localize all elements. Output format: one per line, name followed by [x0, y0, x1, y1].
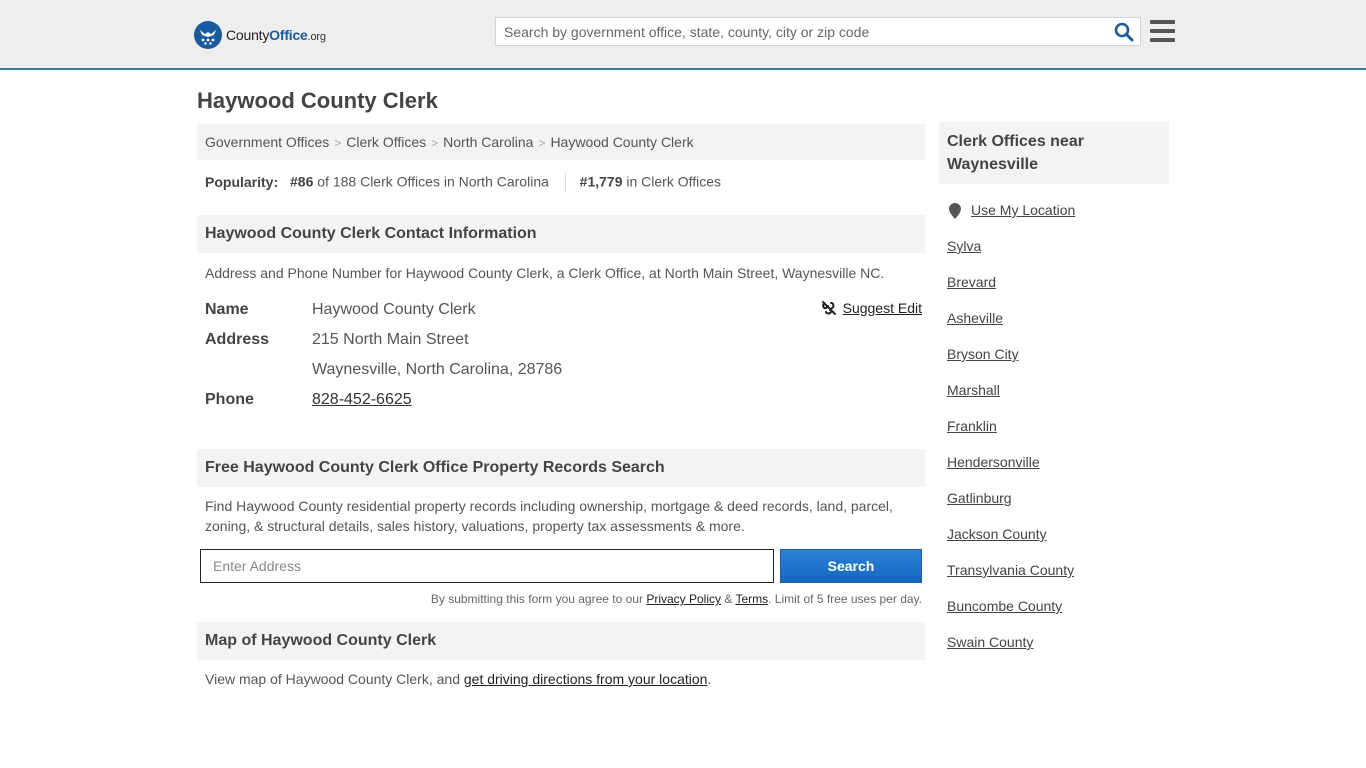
use-my-location[interactable]: Use My Location: [947, 202, 1161, 238]
main-content: Government Offices > Clerk Offices > North C…: [197, 124, 925, 689]
broken-link-icon: [821, 301, 836, 315]
breadcrumb-separator: >: [431, 136, 439, 150]
name-row: Name Haywood County Clerk: [205, 295, 917, 325]
sidebar-link-bryson-city[interactable]: Bryson City: [947, 346, 1161, 382]
property-heading: Free Haywood County Clerk Office Propert…: [197, 449, 925, 487]
breadcrumb-separator: >: [538, 136, 546, 150]
sidebar-link-hendersonville[interactable]: Hendersonville: [947, 454, 1161, 490]
terms-link[interactable]: Terms: [735, 592, 768, 606]
address-row-2: Waynesville, North Carolina, 28786: [205, 355, 917, 385]
property-search-button[interactable]: Search: [780, 549, 922, 583]
breadcrumb-government-offices[interactable]: Government Offices: [205, 134, 329, 150]
map-description: View map of Haywood County Clerk, and ge…: [205, 671, 712, 687]
national-rank-text: in Clerk Offices: [626, 173, 722, 190]
privacy-policy-link[interactable]: Privacy Policy: [646, 592, 721, 606]
national-rank: #1,779: [579, 173, 623, 190]
search-icon[interactable]: [1114, 22, 1134, 42]
page-title: Haywood County Clerk: [197, 88, 438, 113]
breadcrumb-separator: >: [334, 136, 342, 150]
contact-heading: Haywood County Clerk Contact Information: [197, 215, 925, 253]
name-value: Haywood County Clerk: [312, 301, 476, 318]
eagle-logo-icon: [194, 21, 222, 49]
sidebar-link-jackson-county[interactable]: Jackson County: [947, 526, 1161, 562]
sidebar: Clerk Offices near Waynesville Use My Lo…: [939, 122, 1169, 670]
divider: [564, 173, 566, 193]
state-rank-text: of 188 Clerk Offices in North Carolina: [317, 173, 549, 190]
state-rank: #86: [290, 173, 314, 190]
site-search-input[interactable]: [496, 18, 1096, 45]
site-search: [495, 17, 1141, 46]
sidebar-link-transylvania-county[interactable]: Transylvania County: [947, 562, 1161, 598]
logo-text: CountyOffice.org: [226, 27, 326, 43]
sidebar-link-sylva[interactable]: Sylva: [947, 238, 1161, 274]
phone-label: Phone: [205, 391, 254, 408]
address-line1: 215 North Main Street: [312, 331, 469, 348]
hamburger-menu-icon[interactable]: [1150, 20, 1175, 42]
address-line2: Waynesville, North Carolina, 28786: [312, 361, 563, 378]
contact-details: Suggest Edit Name Haywood County Clerk A…: [197, 295, 925, 415]
nearby-offices-list: Use My Location Sylva Brevard Asheville …: [939, 184, 1169, 670]
address-label: Address: [205, 331, 270, 348]
driving-directions-link[interactable]: get driving directions from your locatio…: [464, 671, 708, 687]
name-label: Name: [205, 301, 249, 318]
sidebar-link-brevard[interactable]: Brevard: [947, 274, 1161, 310]
site-header: CountyOffice.org: [0, 0, 1366, 70]
breadcrumb-current: Haywood County Clerk: [550, 134, 694, 150]
breadcrumb-north-carolina[interactable]: North Carolina: [443, 134, 533, 150]
map-pin-icon: [949, 203, 961, 219]
sidebar-link-swain-county[interactable]: Swain County: [947, 634, 1161, 670]
sidebar-link-gatlinburg[interactable]: Gatlinburg: [947, 490, 1161, 526]
suggest-edit[interactable]: Suggest Edit: [821, 300, 922, 316]
contact-description: Address and Phone Number for Haywood Cou…: [205, 265, 885, 281]
phone-link[interactable]: 828-452-6625: [312, 391, 412, 408]
sidebar-link-asheville[interactable]: Asheville: [947, 310, 1161, 346]
popularity: Popularity: #86 of 188 Clerk Offices in …: [197, 160, 925, 215]
sidebar-link-marshall[interactable]: Marshall: [947, 382, 1161, 418]
address-input[interactable]: [200, 549, 774, 583]
use-my-location-link[interactable]: Use My Location: [971, 202, 1075, 218]
property-description: Find Haywood County residential property…: [205, 498, 893, 534]
popularity-label: Popularity:: [205, 173, 279, 190]
sidebar-link-franklin[interactable]: Franklin: [947, 418, 1161, 454]
site-logo[interactable]: CountyOffice.org: [194, 21, 326, 49]
suggest-edit-link[interactable]: Suggest Edit: [843, 300, 922, 316]
breadcrumb: Government Offices > Clerk Offices > North C…: [197, 124, 925, 160]
terms-notice: By submitting this form you agree to our…: [430, 592, 922, 606]
phone-row: Phone 828-452-6625: [205, 385, 917, 415]
property-search-form: Search: [200, 549, 922, 583]
address-row: Address 215 North Main Street: [205, 325, 917, 355]
map-heading: Map of Haywood County Clerk: [197, 622, 925, 660]
sidebar-heading: Clerk Offices near Waynesville: [939, 122, 1169, 184]
breadcrumb-clerk-offices[interactable]: Clerk Offices: [346, 134, 426, 150]
sidebar-link-buncombe-county[interactable]: Buncombe County: [947, 598, 1161, 634]
